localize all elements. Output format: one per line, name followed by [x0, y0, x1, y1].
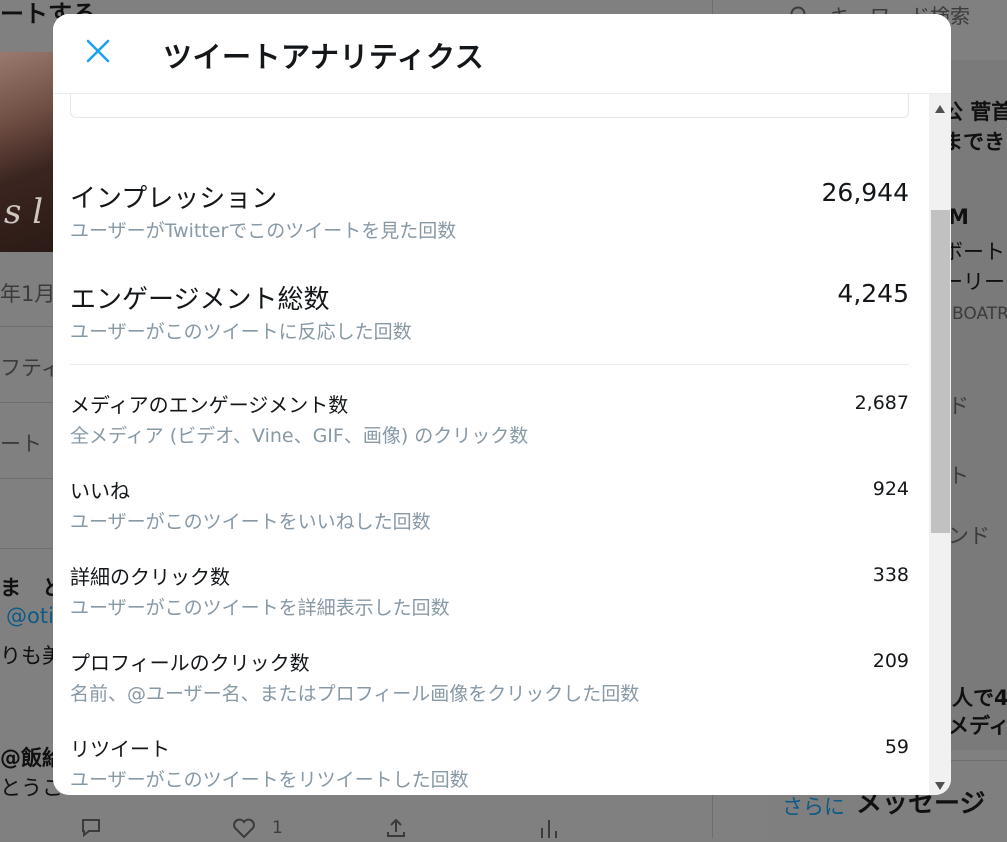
- like-count: 1: [272, 818, 283, 838]
- metric-label: メディアのエンゲージメント数: [70, 393, 349, 417]
- trend-fragment: ト: [948, 464, 969, 488]
- metric-label: プロフィールのクリック数: [70, 651, 310, 675]
- metric-value: 59: [884, 736, 909, 758]
- vertical-scrollbar[interactable]: [929, 94, 951, 795]
- metric-value: 4,245: [837, 279, 909, 308]
- trend-fragment: までき: [942, 130, 1005, 154]
- trend-fragment: 公 菅首: [942, 100, 1007, 124]
- metric-label: リツイート: [70, 737, 170, 761]
- metric-value: 924: [872, 478, 909, 500]
- tweet-preview-card: [70, 94, 909, 118]
- metric-description: 全メディア (ビデオ、Vine、GIF、画像) のクリック数: [70, 425, 529, 447]
- divider: [0, 326, 54, 327]
- analytics-scroll-area[interactable]: インプレッション 26,944 ユーザーがTwitterでこのツイートを見た回数…: [53, 94, 929, 795]
- close-icon: [85, 38, 111, 68]
- metric-label: エンゲージメント総数: [70, 285, 330, 315]
- trend-fragment: M: [948, 205, 969, 229]
- metric-label: いいね: [70, 479, 130, 503]
- metric-description: ユーザーがこのツイートを詳細表示した回数: [70, 597, 450, 619]
- menu-item-fragment: ート: [0, 432, 42, 456]
- metric-value: 209: [872, 650, 909, 672]
- scrollbar-thumb[interactable]: [931, 210, 950, 533]
- scroll-down-button[interactable]: [929, 773, 951, 795]
- share-icon: [385, 818, 407, 842]
- user-handle-fragment: @oti: [6, 604, 54, 628]
- metric-value: 26,944: [821, 178, 909, 207]
- modal-title: ツイートアナリティクス: [163, 40, 485, 74]
- modal-header: ツイートアナリティクス: [53, 14, 951, 94]
- tweet-analytics-modal: ツイートアナリティクス インプレッション 26,944 ユーザーがTwitter…: [53, 14, 951, 795]
- metric-label: 詳細のクリック数: [70, 565, 230, 589]
- trend-fragment: ボートレ: [942, 240, 1007, 264]
- metric-value: 338: [872, 564, 909, 586]
- metric-description: ユーザーがこのツイートに反応した回数: [70, 321, 412, 343]
- triangle-up-icon: [935, 98, 945, 117]
- divider: [0, 548, 54, 549]
- trend-fragment: メディ: [948, 714, 1007, 738]
- triangle-down-icon: [935, 775, 945, 794]
- metric-label: インプレッション: [70, 184, 278, 214]
- show-more-link[interactable]: さらに: [782, 791, 845, 821]
- section-divider: [70, 364, 909, 365]
- metric-description: ユーザーがこのツイートをいいねした回数: [70, 511, 431, 533]
- divider: [0, 402, 54, 403]
- analytics-icon: [538, 818, 560, 842]
- trend-fragment: ーリー: [942, 270, 1005, 294]
- metric-description: ユーザーがこのツイートをリツイートした回数: [70, 769, 469, 791]
- scroll-up-button[interactable]: [929, 96, 951, 118]
- metric-value: 2,687: [854, 392, 909, 414]
- close-button[interactable]: [81, 36, 115, 70]
- trend-fragment: BOATR: [952, 304, 1007, 324]
- reply-icon: [80, 818, 102, 842]
- tweet-date-fragment: 年1月: [0, 282, 56, 306]
- metric-description: 名前、@ユーザー名、またはプロフィール画像をクリックした回数: [70, 683, 640, 705]
- divider: [0, 478, 54, 479]
- like-icon: [232, 818, 256, 842]
- metric-description: ユーザーがTwitterでこのツイートを見た回数: [70, 220, 457, 242]
- trend-fragment: ド: [948, 394, 969, 418]
- tweet-image-thumbnail: s l: [0, 52, 54, 252]
- trend-fragment: ンド: [948, 524, 990, 548]
- trend-fragment: 人で4人: [952, 686, 1007, 710]
